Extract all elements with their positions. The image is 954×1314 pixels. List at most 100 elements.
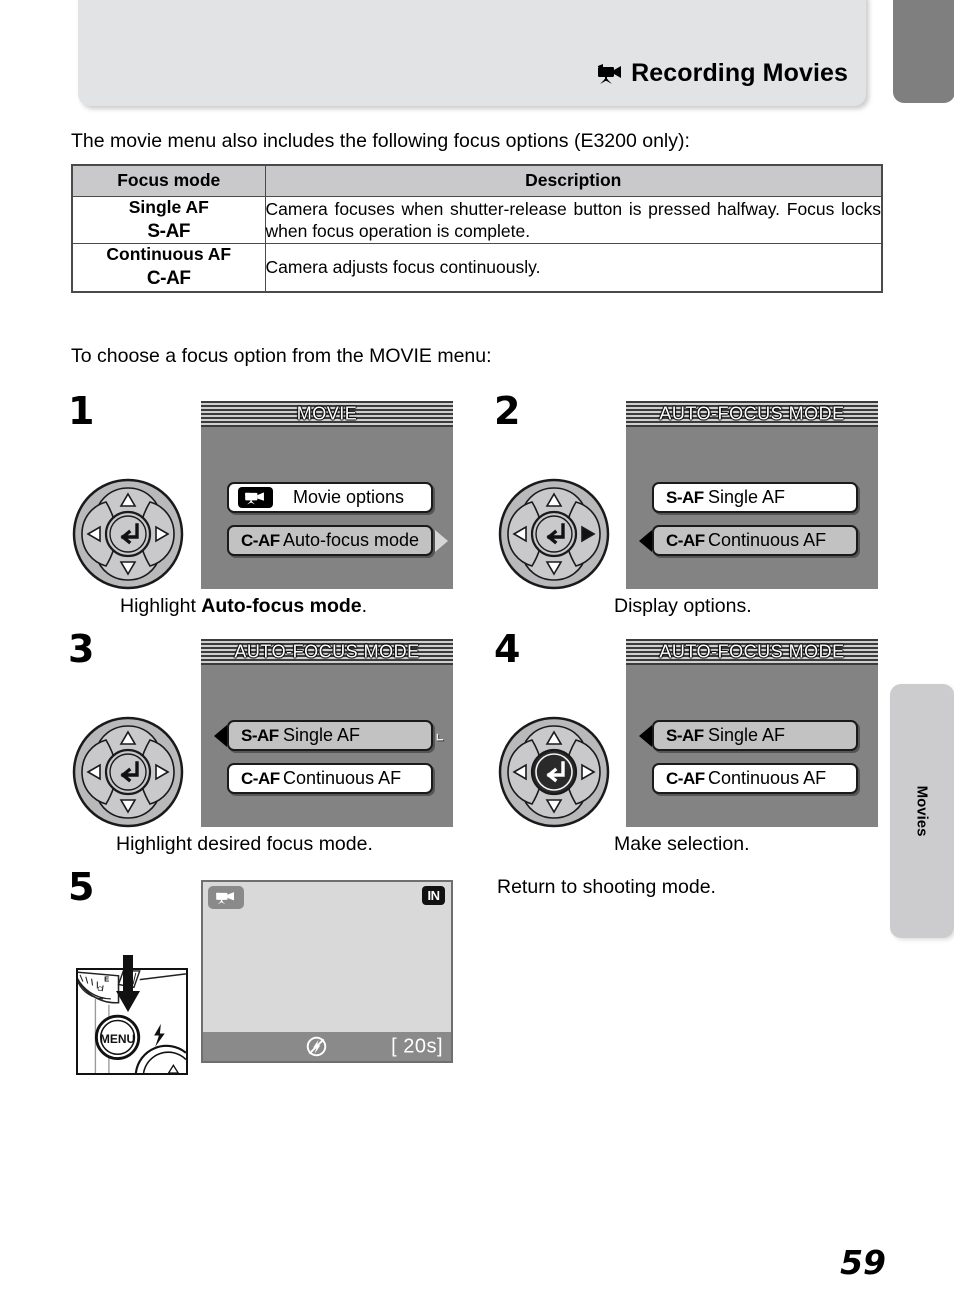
menu-item-label: Auto-focus mode	[283, 530, 420, 550]
menu-item-single-af[interactable]: S-AF Single AF	[652, 720, 858, 751]
menu-item-continuous-af[interactable]: C-AF Continuous AF	[652, 525, 858, 556]
menu-item-continuous-af[interactable]: C-AF Continuous AF	[227, 763, 433, 794]
lcd-title-text: AUTO-FOCUS MODE	[659, 641, 845, 662]
press-direction-arrow-icon	[115, 955, 141, 1018]
lcd-body-step1: Movie options C-AF Auto-focus mode	[201, 427, 453, 589]
table-row: Single AF S-AF Camera focuses when shutt…	[71, 195, 883, 245]
section-tab-movies[interactable]: Movies	[890, 684, 954, 938]
menu-item-badge: S-AF	[666, 487, 704, 507]
step-caption-bold: Auto-focus mode	[201, 595, 362, 617]
memory-badge: IN	[422, 886, 445, 905]
multi-selector-step3[interactable]	[72, 716, 184, 828]
lcd-title-bar-step3: AUTO-FOCUS MODE	[201, 639, 453, 665]
step-caption-2: Display options.	[614, 595, 752, 618]
multi-selector-step2[interactable]	[498, 478, 610, 590]
table-header-description: Description	[264, 164, 883, 197]
recording-time-remaining: [ 20s]	[391, 1035, 443, 1057]
lcd-title-text: AUTO-FOCUS MODE	[659, 403, 845, 424]
chevron-right-icon	[435, 530, 448, 552]
menu-item-label: Single AF	[283, 725, 361, 745]
mode-code: C-AF	[146, 268, 191, 290]
menu-item-label: Continuous AF	[708, 768, 827, 788]
multi-selector-step4[interactable]	[498, 716, 610, 828]
focus-mode-table: Focus mode Description Single AF S-AF Ca…	[71, 164, 883, 293]
mode-name: Continuous AF	[106, 244, 232, 265]
live-view-top-bar: IN	[203, 882, 451, 912]
table-row: Continuous AF C-AF Camera adjusts focus …	[71, 243, 883, 293]
movie-mode-icon	[208, 886, 244, 909]
step-number-3: 3	[68, 627, 95, 671]
section-tab-label: Movies	[913, 785, 931, 837]
table-cell-mode-continuous: Continuous AF C-AF	[71, 243, 266, 293]
step-caption-1: Highlight Auto-focus mode.	[120, 595, 367, 618]
selection-marker-left-icon	[214, 725, 227, 747]
step-number-1: 1	[68, 389, 95, 433]
page-header-band: Recording Movies	[78, 0, 866, 106]
menu-item-label: Single AF	[708, 487, 786, 507]
selection-marker-left-icon	[639, 725, 652, 747]
step-number-2: 2	[494, 389, 521, 433]
table-cell-description-continuous: Camera adjusts focus continuously.	[264, 243, 883, 293]
lcd-title-text: MOVIE	[296, 403, 358, 424]
lcd-title-text: AUTO-FOCUS MODE	[234, 641, 420, 662]
lcd-body-step3: S-AF Single AF C-AF Continuous AF ⌞	[201, 665, 453, 827]
menu-item-movie-options[interactable]: Movie options	[227, 482, 433, 513]
section-tab-top	[893, 0, 954, 103]
menu-item-badge: C-AF	[241, 530, 280, 550]
lcd-live-view-step5: IN [ 20s]	[201, 880, 453, 1063]
table-cell-description-single: Camera focuses when shutter-release butt…	[264, 195, 883, 245]
mode-name: Single AF	[128, 196, 209, 217]
instructions-lead-in: To choose a focus option from the MOVIE …	[71, 345, 492, 367]
menu-item-badge: C-AF	[666, 768, 705, 788]
step-caption-3: Highlight desired focus mode.	[116, 833, 373, 856]
page-title-text: Recording Movies	[631, 59, 848, 87]
lcd-screen-step4: AUTO-FOCUS MODE S-AF Single AF C-AF Cont…	[626, 639, 878, 827]
movie-options-icon	[238, 487, 273, 508]
step-number-4: 4	[494, 627, 521, 671]
page-number: 59	[840, 1243, 886, 1282]
lcd-title-bar-step4: AUTO-FOCUS MODE	[626, 639, 878, 665]
menu-item-badge: S-AF	[666, 725, 704, 745]
step-caption-5: Return to shooting mode.	[497, 876, 716, 898]
lcd-screen-step3: AUTO-FOCUS MODE S-AF Single AF C-AF Cont…	[201, 639, 453, 827]
table-header-focus-mode: Focus mode	[71, 164, 266, 197]
step-caption-prefix: Display options.	[614, 595, 752, 617]
movie-camera-icon	[596, 63, 622, 85]
page-title: Recording Movies	[596, 59, 848, 88]
live-view-bottom-bar: [ 20s]	[203, 1032, 451, 1061]
multi-selector-step1[interactable]	[72, 478, 184, 590]
step-number-5: 5	[68, 865, 95, 909]
menu-item-label: Continuous AF	[283, 768, 402, 788]
lcd-title-bar-step2: AUTO-FOCUS MODE	[626, 401, 878, 427]
step-caption-prefix: Make selection.	[614, 833, 750, 855]
lcd-body-step4: S-AF Single AF C-AF Continuous AF	[626, 665, 878, 827]
lcd-screen-step1: MOVIE Movie options C-AF Auto-focus mode	[201, 401, 453, 589]
menu-item-label: Single AF	[708, 725, 786, 745]
intro-paragraph: The movie menu also includes the followi…	[71, 130, 690, 152]
menu-item-continuous-af[interactable]: C-AF Continuous AF	[652, 763, 858, 794]
menu-item-badge: C-AF	[241, 768, 280, 788]
lcd-body-step2: S-AF Single AF C-AF Continuous AF	[626, 427, 878, 589]
enter-key-icon: ⌞	[435, 722, 445, 744]
selection-marker-left-icon	[639, 530, 652, 552]
svg-text:C: C	[97, 986, 102, 993]
menu-item-single-af[interactable]: S-AF Single AF	[652, 482, 858, 513]
step-caption-suffix: .	[361, 595, 368, 617]
menu-item-label: Movie options	[293, 487, 405, 507]
step-caption-prefix: Highlight	[120, 595, 202, 617]
lcd-screen-step2: AUTO-FOCUS MODE S-AF Single AF C-AF Cont…	[626, 401, 878, 589]
svg-text:E: E	[104, 975, 109, 984]
mode-code: S-AF	[147, 220, 191, 242]
table-cell-mode-single: Single AF S-AF	[71, 195, 266, 245]
flash-off-icon	[306, 1036, 327, 1062]
step-caption-4: Make selection.	[614, 833, 749, 856]
menu-item-badge: S-AF	[241, 725, 279, 745]
svg-text:MENU: MENU	[100, 1032, 135, 1046]
menu-item-auto-focus-mode[interactable]: C-AF Auto-focus mode	[227, 525, 433, 556]
table-header-row: Focus mode Description	[71, 164, 883, 197]
menu-item-single-af[interactable]: S-AF Single AF	[227, 720, 433, 751]
menu-item-badge: C-AF	[666, 530, 705, 550]
step-caption-prefix: Highlight desired focus mode.	[116, 833, 373, 855]
menu-item-label: Continuous AF	[708, 530, 827, 550]
lcd-title-bar-step1: MOVIE	[201, 401, 453, 427]
